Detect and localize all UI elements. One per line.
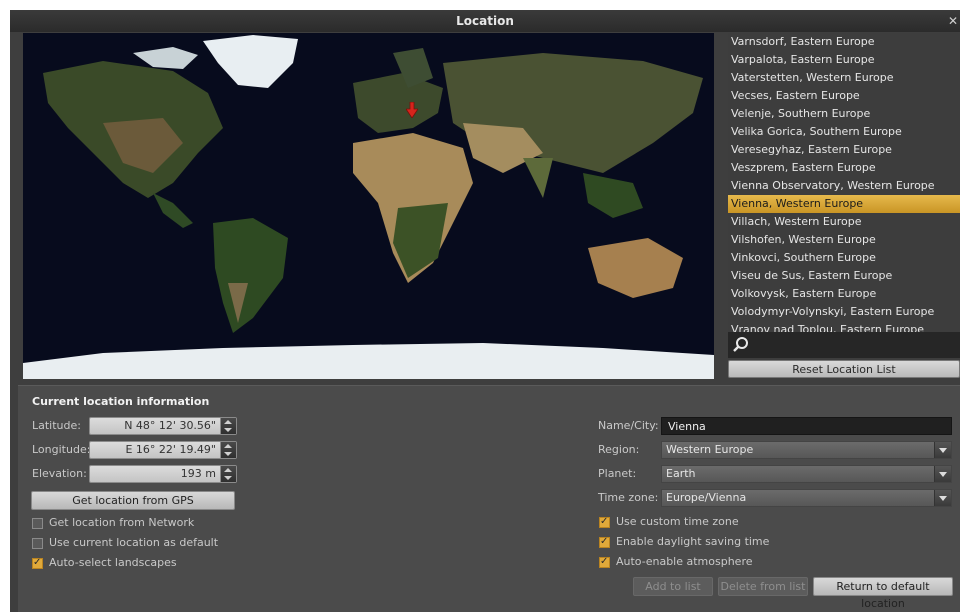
latitude-stepper[interactable]	[220, 418, 236, 434]
title-bar: Location ✕	[10, 10, 960, 32]
city-list-item[interactable]: Velika Gorica, Southern Europe	[728, 123, 960, 141]
world-map[interactable]	[23, 33, 714, 379]
city-list-item[interactable]: Viseu de Sus, Eastern Europe	[728, 267, 960, 285]
location-window: Location ✕ Varnsdorf, Eastern Europe Var…	[10, 10, 960, 612]
city-list-item[interactable]: Volkovysk, Eastern Europe	[728, 285, 960, 303]
elevation-spinbox[interactable]: 193 m	[89, 465, 237, 483]
latitude-label: Latitude:	[32, 419, 81, 432]
planet-label: Planet:	[598, 467, 637, 480]
checkbox-auto-select-landscapes[interactable]: Auto-select landscapes	[32, 555, 177, 571]
longitude-label: Longitude:	[32, 443, 91, 456]
checkbox-label: Get location from Network	[49, 516, 195, 529]
chevron-down-icon[interactable]	[934, 442, 951, 458]
city-list-item[interactable]: Veresegyhaz, Eastern Europe	[728, 141, 960, 159]
location-pin-icon	[406, 102, 418, 118]
current-location-heading: Current location information	[32, 395, 210, 408]
city-list-item[interactable]: Vaterstetten, Western Europe	[728, 69, 960, 87]
longitude-spinbox[interactable]: E 16° 22' 19.49"	[89, 441, 237, 459]
checkbox-box-checked[interactable]	[599, 534, 610, 550]
city-list-item[interactable]: Varnsdorf, Eastern Europe	[728, 33, 960, 51]
window-title: Location	[456, 14, 514, 28]
checkbox-daylight-saving[interactable]: Enable daylight saving time	[599, 534, 769, 550]
latitude-spinbox[interactable]: N 48° 12' 30.56"	[89, 417, 237, 435]
city-list-item[interactable]: Vecses, Eastern Europe	[728, 87, 960, 105]
city-search-bar[interactable]	[728, 332, 960, 358]
checkbox-label: Use current location as default	[49, 536, 219, 549]
add-to-list-button[interactable]: Add to list	[633, 577, 713, 596]
region-label: Region:	[598, 443, 640, 456]
checkbox-label: Auto-enable atmosphere	[616, 555, 753, 568]
get-location-gps-button[interactable]: Get location from GPS	[31, 491, 235, 510]
checkbox-box-checked[interactable]	[32, 555, 43, 571]
planet-value: Earth	[666, 467, 696, 480]
city-list-item[interactable]: Vienna, Western Europe	[728, 195, 960, 213]
checkbox-box-checked[interactable]	[599, 554, 610, 570]
checkbox-use-as-default[interactable]: Use current location as default	[32, 535, 218, 551]
delete-from-list-button[interactable]: Delete from list	[718, 577, 808, 596]
chevron-down-icon[interactable]	[934, 490, 951, 506]
return-to-default-location-button[interactable]: Return to default location	[813, 577, 953, 610]
checkbox-network-location[interactable]: Get location from Network	[32, 515, 194, 531]
city-list-item[interactable]: Velenje, Southern Europe	[728, 105, 960, 123]
city-list-item[interactable]: Villach, Western Europe	[728, 213, 960, 231]
timezone-select[interactable]: Europe/Vienna	[661, 489, 952, 507]
planet-select[interactable]: Earth	[661, 465, 952, 483]
city-list-item[interactable]: Vienna Observatory, Western Europe	[728, 177, 960, 195]
close-icon[interactable]: ✕	[948, 10, 958, 32]
elevation-value: 193 m	[180, 467, 216, 480]
city-list-item[interactable]: Volodymyr-Volynskyi, Eastern Europe	[728, 303, 960, 321]
checkbox-box[interactable]	[32, 518, 43, 529]
elevation-label: Elevation:	[32, 467, 87, 480]
latitude-value: N 48° 12' 30.56"	[124, 419, 216, 432]
checkbox-box-checked[interactable]	[599, 514, 610, 530]
checkbox-label: Use custom time zone	[616, 515, 739, 528]
checkbox-label: Enable daylight saving time	[616, 535, 770, 548]
region-select[interactable]: Western Europe	[661, 441, 952, 459]
timezone-value: Europe/Vienna	[666, 491, 747, 504]
checkbox-box[interactable]	[32, 538, 43, 549]
city-list-item[interactable]: Vilshofen, Western Europe	[728, 231, 960, 249]
city-list-item[interactable]: Vinkovci, Southern Europe	[728, 249, 960, 267]
name-city-input[interactable]: Vienna	[661, 417, 952, 435]
city-list-item[interactable]: Veszprem, Eastern Europe	[728, 159, 960, 177]
chevron-down-icon[interactable]	[934, 466, 951, 482]
checkbox-label: Auto-select landscapes	[49, 556, 177, 569]
city-list[interactable]: Varnsdorf, Eastern Europe Varpalota, East…	[728, 33, 960, 363]
longitude-stepper[interactable]	[220, 442, 236, 458]
checkbox-custom-timezone[interactable]: Use custom time zone	[599, 514, 739, 530]
longitude-value: E 16° 22' 19.49"	[125, 443, 216, 456]
timezone-label: Time zone:	[598, 491, 659, 504]
city-list-item[interactable]: Varpalota, Eastern Europe	[728, 51, 960, 69]
name-city-label: Name/City:	[598, 419, 659, 432]
region-value: Western Europe	[666, 443, 754, 456]
search-icon	[733, 337, 748, 352]
checkbox-auto-atmosphere[interactable]: Auto-enable atmosphere	[599, 554, 753, 570]
world-map-image	[23, 33, 714, 379]
elevation-stepper[interactable]	[220, 466, 236, 482]
reset-location-list-button[interactable]: Reset Location List	[728, 360, 960, 378]
